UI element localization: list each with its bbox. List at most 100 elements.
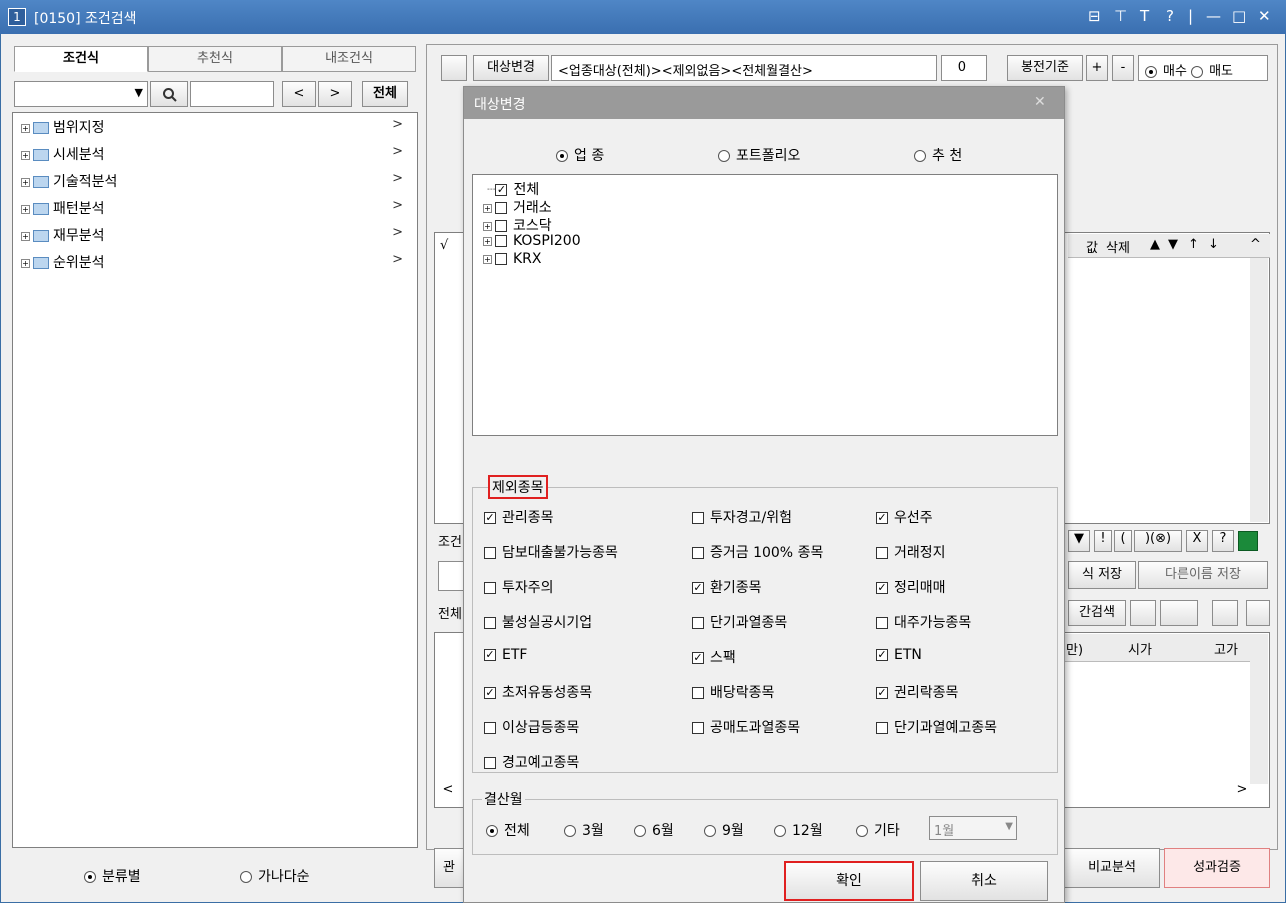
- result-scrollbar[interactable]: [1250, 634, 1268, 784]
- exclude-option[interactable]: ✓ 권리락종목: [876, 682, 958, 702]
- exclude-option[interactable]: ✓ ETN: [876, 647, 922, 667]
- exclude-option[interactable]: 대주가능종목: [876, 612, 971, 632]
- expand-icon[interactable]: +: [21, 204, 30, 214]
- maximize-icon[interactable]: □: [1232, 7, 1246, 25]
- exclude-option[interactable]: 투자경고/위험: [692, 507, 792, 527]
- exclude-option[interactable]: 공매도과열종목: [692, 717, 800, 737]
- exclude-option[interactable]: ✓ 환기종목: [692, 577, 762, 597]
- scroll-right-icon[interactable]: >: [1232, 782, 1252, 802]
- category-select[interactable]: ▼: [14, 81, 148, 107]
- exclude-option[interactable]: 경고예고종목: [484, 752, 579, 772]
- exclude-option[interactable]: 이상급등종목: [484, 717, 579, 737]
- operator-not-button[interactable]: !: [1094, 530, 1112, 552]
- exclude-option[interactable]: 단기과열종목: [692, 612, 787, 632]
- save-as-button[interactable]: 다른이름 저장: [1138, 561, 1268, 589]
- mode-portfolio[interactable]: 포트폴리오: [718, 145, 800, 165]
- expand-icon[interactable]: +: [483, 221, 492, 231]
- expand-icon[interactable]: +: [483, 254, 492, 264]
- move-bottom-icon[interactable]: ↓: [1208, 237, 1219, 252]
- tree-item[interactable]: + 기술적분석 >: [21, 171, 413, 191]
- tree-item[interactable]: + 시세분석 >: [21, 144, 413, 164]
- view-menu-icon[interactable]: [1160, 600, 1198, 626]
- expand-icon[interactable]: +: [21, 177, 30, 187]
- settle-option[interactable]: 전체: [486, 820, 530, 840]
- scroll-left-icon[interactable]: <: [438, 782, 458, 802]
- tree-item[interactable]: + 범위지정 >: [21, 117, 413, 137]
- exclude-option[interactable]: ✓ 정리매매: [876, 577, 946, 597]
- expand-icon[interactable]: +: [21, 231, 30, 241]
- tab-conditions[interactable]: 조건식: [14, 46, 148, 72]
- exclude-option[interactable]: ✓ 초저유동성종목: [484, 682, 592, 702]
- performance-verify-button[interactable]: 성과검증: [1164, 848, 1270, 888]
- layout-icon[interactable]: ⊟: [1088, 7, 1101, 25]
- search-button[interactable]: [150, 81, 188, 107]
- close-icon[interactable]: ✕: [1258, 7, 1271, 25]
- settle-option[interactable]: 3월: [564, 820, 604, 840]
- exclude-option[interactable]: 배당락종목: [692, 682, 774, 702]
- minus-button[interactable]: -: [1112, 55, 1134, 81]
- plus-button[interactable]: +: [1086, 55, 1108, 81]
- exclude-option[interactable]: ✓ 관리종목: [484, 507, 554, 527]
- confirm-button[interactable]: 확인: [784, 861, 914, 901]
- scroll-up-icon[interactable]: ^: [1250, 237, 1261, 252]
- exclude-option[interactable]: 담보대출불가능종목: [484, 542, 618, 562]
- sort-alphabetical[interactable]: 가나다순: [240, 866, 310, 886]
- settle-option[interactable]: 기타: [856, 820, 900, 840]
- market-item[interactable]: + KRX: [483, 251, 542, 267]
- operator-open-paren-button[interactable]: (: [1114, 530, 1132, 552]
- sort-by-category[interactable]: 분류별: [84, 866, 141, 886]
- exclude-option[interactable]: ✓ 스팩: [692, 647, 736, 667]
- expand-icon[interactable]: +: [483, 203, 492, 213]
- month-select[interactable]: 1월 ▼: [929, 816, 1017, 840]
- move-down-icon[interactable]: ▼: [1168, 237, 1178, 252]
- buy-option[interactable]: 매수: [1145, 64, 1187, 79]
- collapse-icon[interactable]: [1246, 600, 1270, 626]
- chart-icon[interactable]: [1130, 600, 1156, 626]
- operator-down-button[interactable]: ▼: [1068, 530, 1090, 552]
- all-button[interactable]: 전체: [362, 81, 408, 107]
- market-item[interactable]: + KOSPI200: [483, 233, 581, 249]
- pin-icon[interactable]: ⊤: [1114, 7, 1127, 25]
- font-icon[interactable]: T: [1140, 7, 1149, 25]
- sell-option[interactable]: 매도: [1191, 64, 1233, 79]
- grid-scrollbar[interactable]: [1250, 258, 1268, 522]
- bottom-left-button[interactable]: 관: [434, 848, 464, 888]
- search-run-button[interactable]: 간검색: [1068, 600, 1126, 626]
- exclude-option[interactable]: 증거금 100% 종목: [692, 542, 823, 562]
- expand-icon[interactable]: +: [21, 123, 30, 133]
- search-input[interactable]: [190, 81, 274, 107]
- gear-icon[interactable]: [1212, 600, 1238, 626]
- tree-item[interactable]: + 재무분석 >: [21, 225, 413, 245]
- next-button[interactable]: >: [318, 81, 352, 107]
- change-target-button[interactable]: 대상변경: [473, 55, 549, 81]
- expand-icon[interactable]: +: [483, 236, 492, 246]
- tab-recommended[interactable]: 추천식: [148, 46, 282, 72]
- exclude-option[interactable]: ✓ ETF: [484, 647, 527, 667]
- minimize-icon[interactable]: —: [1206, 7, 1221, 25]
- save-condition-button[interactable]: 식 저장: [1068, 561, 1136, 589]
- settle-option[interactable]: 6월: [634, 820, 674, 840]
- market-item[interactable]: + 거래소: [483, 197, 552, 217]
- operator-x-button[interactable]: X: [1186, 530, 1208, 552]
- exclude-option[interactable]: 불성실공시기업: [484, 612, 592, 632]
- prev-button[interactable]: <: [282, 81, 316, 107]
- settle-option[interactable]: 9월: [704, 820, 744, 840]
- exclude-option[interactable]: 단기과열예고종목: [876, 717, 997, 737]
- panel-toggle-icon[interactable]: [441, 55, 467, 81]
- tab-my-conditions[interactable]: 내조건식: [282, 46, 416, 72]
- market-item[interactable]: + 코스닥: [483, 215, 552, 235]
- settle-option[interactable]: 12월: [774, 820, 823, 840]
- market-item[interactable]: ┄✓ 전체: [487, 179, 539, 199]
- move-up-icon[interactable]: ▲: [1150, 237, 1160, 252]
- candle-basis-button[interactable]: 봉전기준: [1007, 55, 1083, 81]
- help-icon[interactable]: ?: [1166, 7, 1174, 25]
- operator-help-button[interactable]: ?: [1212, 530, 1234, 552]
- tree-item[interactable]: + 순위분석 >: [21, 252, 413, 272]
- close-icon[interactable]: ✕: [1034, 94, 1046, 110]
- exclude-option[interactable]: ✓ 우선주: [876, 507, 933, 527]
- operator-group-button[interactable]: )(⊗): [1134, 530, 1182, 552]
- compare-analysis-button[interactable]: 비교분석: [1064, 848, 1160, 888]
- mode-recommend[interactable]: 추 천: [914, 145, 962, 165]
- move-top-icon[interactable]: ↑: [1188, 237, 1199, 252]
- cancel-button[interactable]: 취소: [920, 861, 1048, 901]
